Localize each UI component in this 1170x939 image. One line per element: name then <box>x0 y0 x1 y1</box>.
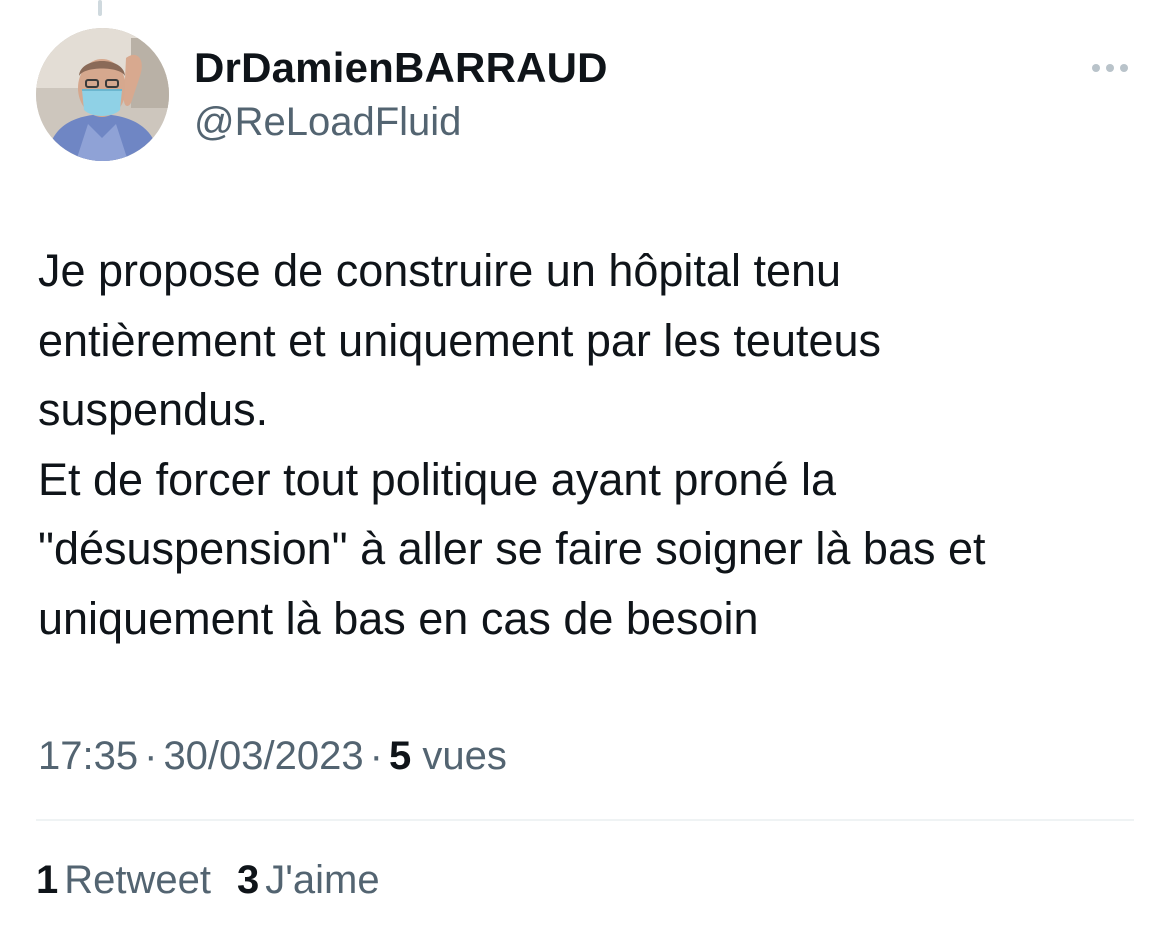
tweet-paragraph: Et de forcer tout politique ayant proné … <box>38 453 986 644</box>
tweet-text: Je propose de construire un hôpital tenu… <box>38 236 1138 653</box>
views-count[interactable]: 5 <box>389 734 411 778</box>
meta-separator: · <box>144 734 158 778</box>
avatar[interactable] <box>36 28 169 161</box>
likes-label: J'aime <box>265 858 380 902</box>
views-label[interactable]: vues <box>422 734 507 778</box>
tweet-time[interactable]: 17:35 <box>38 734 138 778</box>
tweet-meta: 17:35 · 30/03/2023 · 5 vues <box>38 728 507 784</box>
tweet-date[interactable]: 30/03/2023 <box>163 734 363 778</box>
likes-count: 3 <box>237 858 260 902</box>
more-horizontal-icon <box>1106 64 1114 72</box>
author-handle[interactable]: @ReLoadFluid <box>194 96 608 148</box>
meta-separator: · <box>369 734 383 778</box>
user-photo-avatar <box>36 28 169 161</box>
author-names: DrDamienBARRAUD @ReLoadFluid <box>194 42 608 148</box>
retweets-label: Retweet <box>64 858 211 902</box>
likes-stat[interactable]: 3 J'aime <box>237 852 380 908</box>
retweets-stat[interactable]: 1 Retweet <box>36 852 211 908</box>
more-horizontal-icon <box>1092 64 1100 72</box>
divider <box>36 819 1134 821</box>
retweets-count: 1 <box>36 858 59 902</box>
more-options-button[interactable] <box>1086 56 1134 80</box>
thread-connector-line <box>98 0 102 16</box>
tweet-stats: 1 Retweet 3 J'aime <box>36 852 380 908</box>
more-horizontal-icon <box>1120 64 1128 72</box>
tweet-header: DrDamienBARRAUD @ReLoadFluid <box>36 28 1134 164</box>
author-display-name[interactable]: DrDamienBARRAUD <box>194 42 608 94</box>
tweet-paragraph: Je propose de construire un hôpital tenu… <box>38 245 882 435</box>
